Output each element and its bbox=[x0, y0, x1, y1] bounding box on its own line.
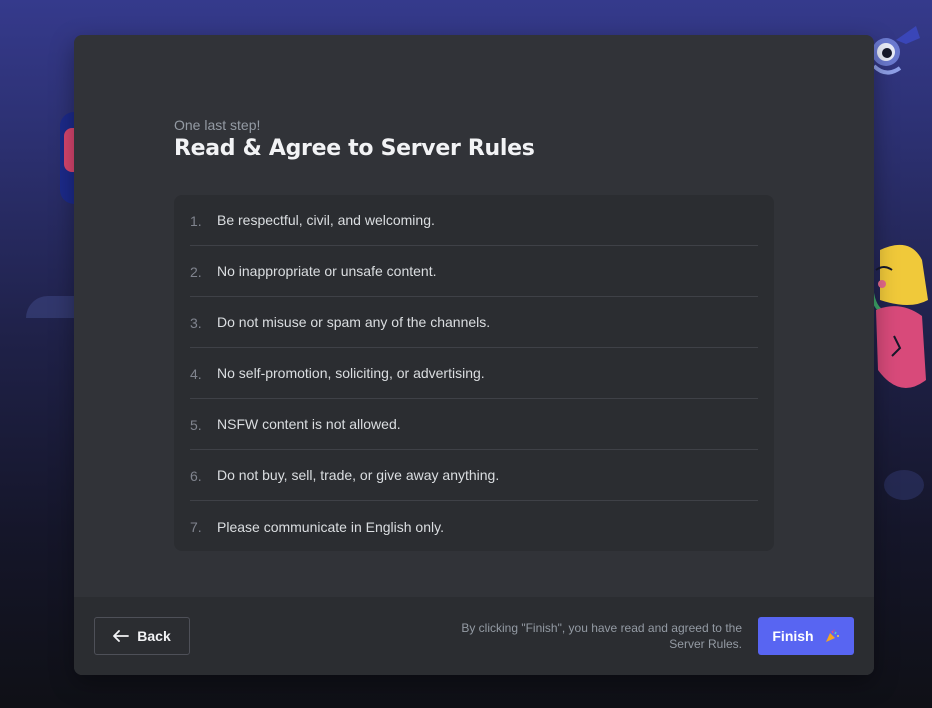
modal-footer: Back By clicking "Finish", you have read… bbox=[74, 597, 874, 675]
agreement-notice: By clicking "Finish", you have read and … bbox=[461, 621, 742, 651]
back-button-label: Back bbox=[137, 628, 171, 644]
party-popper-icon bbox=[825, 629, 839, 642]
rule-number: 4. bbox=[190, 365, 202, 382]
rule-item: 1. Be respectful, civil, and welcoming. bbox=[190, 195, 758, 246]
rule-item: 7. Please communicate in English only. bbox=[190, 501, 758, 552]
finish-button-label: Finish bbox=[772, 628, 814, 644]
rule-item: 6. Do not buy, sell, trade, or give away… bbox=[190, 450, 758, 501]
rule-text: No inappropriate or unsafe content. bbox=[217, 263, 437, 279]
rule-number: 2. bbox=[190, 263, 202, 280]
background-art-left-accent bbox=[64, 128, 74, 172]
rules-list: 1. Be respectful, civil, and welcoming. … bbox=[174, 195, 774, 551]
rule-text: Do not buy, sell, trade, or give away an… bbox=[217, 467, 500, 483]
server-rules-modal: One last step! Read & Agree to Server Ru… bbox=[74, 35, 874, 675]
arrow-left-icon bbox=[113, 630, 130, 642]
rule-text: Please communicate in English only. bbox=[217, 518, 444, 535]
rule-number: 3. bbox=[190, 314, 202, 331]
rule-number: 7. bbox=[190, 519, 202, 535]
modal-title: Read & Agree to Server Rules bbox=[174, 136, 535, 161]
background-art-blob bbox=[884, 470, 924, 500]
rule-item: 5. NSFW content is not allowed. bbox=[190, 399, 758, 450]
rule-number: 1. bbox=[190, 212, 202, 229]
rule-number: 5. bbox=[190, 416, 202, 433]
rule-text: Do not misuse or spam any of the channel… bbox=[217, 314, 491, 330]
modal-content: One last step! Read & Agree to Server Ru… bbox=[174, 117, 774, 551]
rule-text: No self-promotion, soliciting, or advert… bbox=[217, 365, 485, 381]
rule-number: 6. bbox=[190, 467, 202, 484]
background-mascot-top bbox=[872, 26, 920, 75]
back-button[interactable]: Back bbox=[94, 617, 190, 655]
rule-item: 3. Do not misuse or spam any of the chan… bbox=[190, 297, 758, 348]
rule-text: Be respectful, civil, and welcoming. bbox=[217, 212, 435, 228]
rule-item: 4. No self-promotion, soliciting, or adv… bbox=[190, 348, 758, 399]
finish-button[interactable]: Finish bbox=[758, 617, 854, 655]
background-mascot-right bbox=[870, 244, 928, 388]
step-label: One last step! bbox=[174, 117, 261, 133]
rule-item: 2. No inappropriate or unsafe content. bbox=[190, 246, 758, 297]
rule-text: NSFW content is not allowed. bbox=[217, 416, 401, 432]
